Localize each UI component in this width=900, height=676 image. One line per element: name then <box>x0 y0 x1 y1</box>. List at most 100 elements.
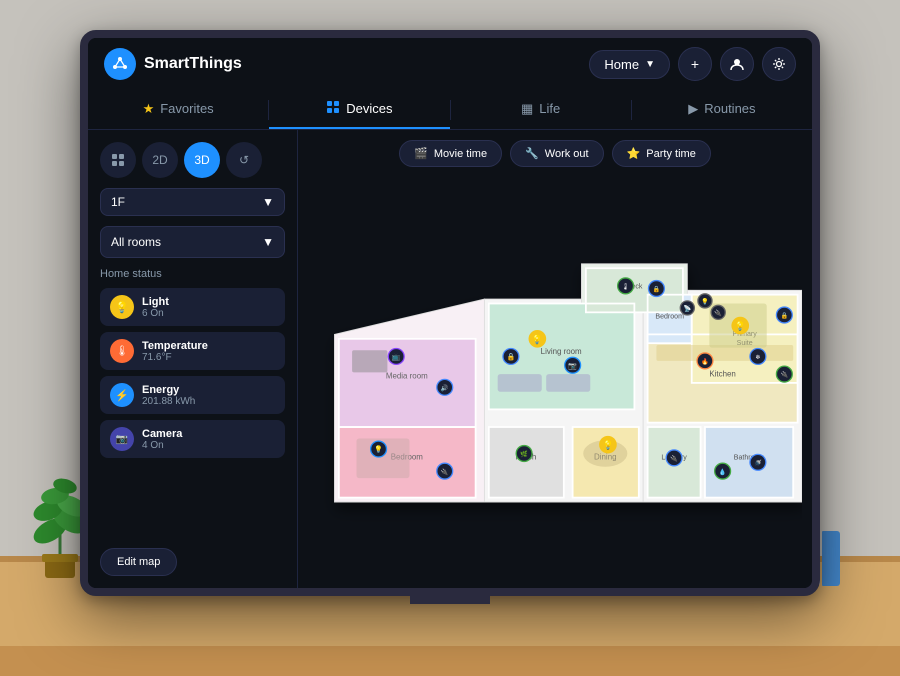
camera-name: Camera <box>142 428 182 440</box>
2d-label: 2D <box>152 153 167 167</box>
dropdown-icon: ▼ <box>645 59 655 70</box>
map-area: 🎬 Movie time 🔧 Work out ⭐ Party time <box>298 130 812 588</box>
svg-text:🔒: 🔒 <box>507 353 516 361</box>
svg-text:🌿: 🌿 <box>520 450 528 458</box>
scene-buttons: 🎬 Movie time 🔧 Work out ⭐ Party time <box>399 140 711 167</box>
logo-area: SmartThings <box>104 48 589 80</box>
floor-label: 1F <box>111 195 125 209</box>
energy-info: Energy 201.88 kWh <box>142 384 195 407</box>
movie-label: Movie time <box>434 148 487 160</box>
life-icon: ▦ <box>521 101 533 117</box>
3d-view-button[interactable]: 3D <box>184 142 220 178</box>
devices-icon <box>326 100 340 117</box>
svg-text:Kitchen: Kitchen <box>709 370 735 379</box>
party-icon: ⭐ <box>627 147 641 160</box>
svg-text:Bedroom: Bedroom <box>655 314 684 321</box>
camera-icon: 📷 <box>110 427 134 451</box>
svg-text:🔊: 🔊 <box>441 384 449 392</box>
temp-icon: 🌡 <box>110 339 134 363</box>
svg-text:❄: ❄ <box>755 354 760 361</box>
smartthings-app: SmartThings Home ▼ + <box>88 38 812 588</box>
svg-text:💡: 💡 <box>735 321 746 331</box>
party-label: Party time <box>646 148 696 160</box>
svg-text:🚿: 🚿 <box>754 459 762 467</box>
temp-name: Temperature <box>142 340 208 352</box>
svg-text:🔌: 🔌 <box>670 455 678 463</box>
tv-frame: SmartThings Home ▼ + <box>80 30 820 596</box>
party-time-button[interactable]: ⭐ Party time <box>612 140 711 167</box>
tab-life[interactable]: ▦ Life <box>451 91 631 129</box>
temp-info: Temperature 71.6°F <box>142 340 208 363</box>
nav-tabs: ★ Favorites Devices <box>88 90 812 130</box>
svg-text:🔌: 🔌 <box>714 309 722 317</box>
profile-button[interactable] <box>720 47 754 81</box>
tab-favorites[interactable]: ★ Favorites <box>88 91 268 129</box>
add-button[interactable]: + <box>678 47 712 81</box>
svg-text:Living room: Living room <box>541 347 582 356</box>
history-view-button[interactable]: ↺ <box>226 142 262 178</box>
camera-status[interactable]: 📷 Camera 4 On <box>100 420 285 458</box>
svg-text:💧: 💧 <box>719 468 727 476</box>
tab-devices-label: Devices <box>346 101 392 116</box>
svg-text:💡: 💡 <box>602 440 613 450</box>
favorites-icon: ★ <box>143 101 155 117</box>
svg-text:💡: 💡 <box>374 445 383 454</box>
grid-view-button[interactable] <box>100 142 136 178</box>
light-info: Light 6 On <box>142 296 169 319</box>
temperature-status[interactable]: 🌡 Temperature 71.6°F <box>100 332 285 370</box>
app-header: SmartThings Home ▼ + <box>88 38 812 90</box>
svg-text:📡: 📡 <box>683 305 691 313</box>
main-content: 2D 3D ↺ 1F ▼ All rooms <box>88 130 812 588</box>
energy-status[interactable]: ⚡ Energy 201.88 kWh <box>100 376 285 414</box>
floor-dropdown-icon: ▼ <box>262 195 274 209</box>
home-selector-text: Home <box>604 57 639 72</box>
svg-text:💡: 💡 <box>701 298 709 306</box>
logo-icon <box>104 48 136 80</box>
tab-life-label: Life <box>539 101 560 116</box>
home-status-section: Home status 💡 Light 6 On 🌡 Temperatu <box>100 268 285 538</box>
home-status-title: Home status <box>100 268 285 280</box>
routines-icon: ▶ <box>688 101 698 117</box>
2d-view-button[interactable]: 2D <box>142 142 178 178</box>
tab-routines-label: Routines <box>704 101 755 116</box>
tv-stand <box>410 592 490 604</box>
edit-map-button[interactable]: Edit map <box>100 548 177 576</box>
svg-text:🔌: 🔌 <box>781 371 789 379</box>
room-dropdown-icon: ▼ <box>262 235 274 249</box>
energy-name: Energy <box>142 384 195 396</box>
movie-time-button[interactable]: 🎬 Movie time <box>399 140 502 167</box>
svg-text:🔥: 🔥 <box>701 358 709 366</box>
home-selector[interactable]: Home ▼ <box>589 50 670 79</box>
sidebar: 2D 3D ↺ 1F ▼ All rooms <box>88 130 298 588</box>
tab-favorites-label: Favorites <box>160 101 213 116</box>
temp-value: 71.6°F <box>142 352 208 363</box>
svg-text:🌡: 🌡 <box>622 283 630 291</box>
light-name: Light <box>142 296 169 308</box>
3d-label: 3D <box>194 153 209 167</box>
light-status[interactable]: 💡 Light 6 On <box>100 288 285 326</box>
camera-info: Camera 4 On <box>142 428 182 451</box>
svg-text:💡: 💡 <box>532 334 543 344</box>
svg-text:📷: 📷 <box>568 362 577 370</box>
room-label: All rooms <box>111 235 161 249</box>
settings-button[interactable] <box>762 47 796 81</box>
workout-icon: 🔧 <box>525 147 539 160</box>
svg-text:🔒: 🔒 <box>653 285 661 293</box>
svg-text:🔌: 🔌 <box>441 468 449 476</box>
movie-icon: 🎬 <box>414 147 428 160</box>
room-selector[interactable]: All rooms ▼ <box>100 226 285 258</box>
tab-routines[interactable]: ▶ Routines <box>632 91 812 129</box>
view-controls: 2D 3D ↺ <box>100 142 285 178</box>
energy-icon: ⚡ <box>110 383 134 407</box>
svg-text:🔒: 🔒 <box>781 312 789 320</box>
light-value: 6 On <box>142 308 169 319</box>
tab-devices[interactable]: Devices <box>269 90 449 129</box>
logo-text: SmartThings <box>144 55 242 73</box>
svg-text:Media room: Media room <box>386 372 428 381</box>
floor-selector[interactable]: 1F ▼ <box>100 188 285 216</box>
camera-value: 4 On <box>142 440 182 451</box>
light-icon: 💡 <box>110 295 134 319</box>
workout-label: Work out <box>545 148 589 160</box>
workout-button[interactable]: 🔧 Work out <box>510 140 604 167</box>
header-controls: Home ▼ + <box>589 47 796 81</box>
